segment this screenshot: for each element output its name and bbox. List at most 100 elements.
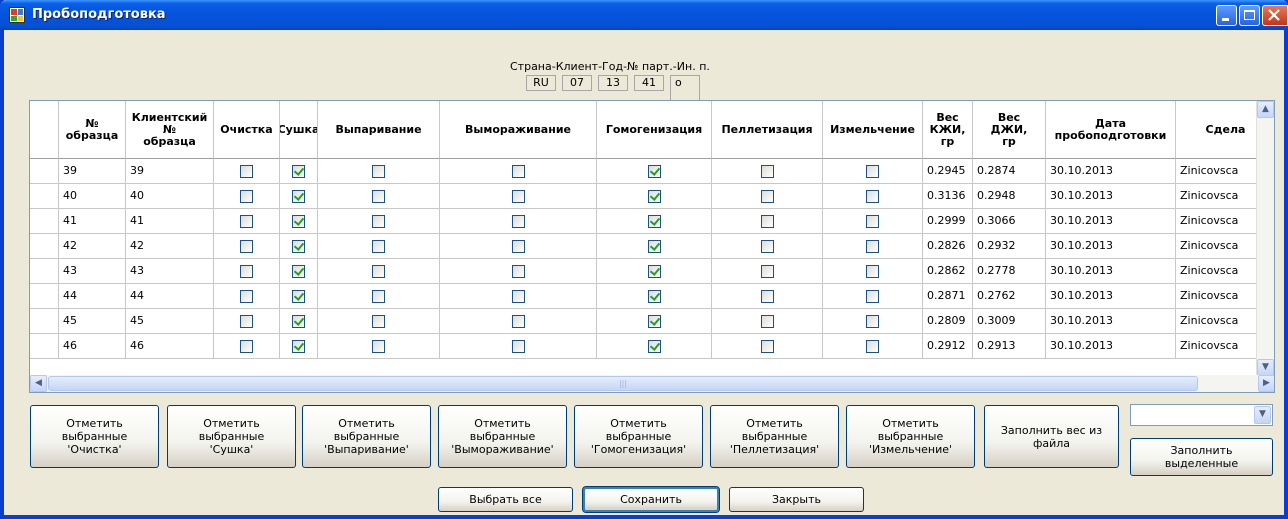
prep-date-cell[interactable]: 30.10.2013 xyxy=(1046,184,1176,209)
freezing-checkbox[interactable] xyxy=(512,290,525,303)
prep-date-cell[interactable]: 30.10.2013 xyxy=(1046,309,1176,334)
column-header-weight-dji[interactable]: Вес ДЖИ, гр xyxy=(973,101,1046,159)
weight-dji-cell[interactable]: 0.2948 xyxy=(973,184,1046,209)
drying-checkbox[interactable] xyxy=(292,240,305,253)
sample-number-cell[interactable]: 42 xyxy=(59,234,126,259)
prep-date-cell[interactable]: 30.10.2013 xyxy=(1046,209,1176,234)
weight-dji-cell[interactable]: 0.2778 xyxy=(973,259,1046,284)
grinding-checkbox[interactable] xyxy=(866,315,879,328)
freezing-checkbox[interactable] xyxy=(512,315,525,328)
sample-number-cell[interactable]: 45 xyxy=(59,309,126,334)
client-sample-number-cell[interactable]: 44 xyxy=(126,284,214,309)
client-sample-number-cell[interactable]: 41 xyxy=(126,209,214,234)
sample-number-cell[interactable]: 46 xyxy=(59,334,126,359)
evaporation-cell[interactable] xyxy=(318,209,440,234)
prep-date-cell[interactable]: 30.10.2013 xyxy=(1046,334,1176,359)
pelletizing-cell[interactable] xyxy=(712,259,823,284)
cleaning-cell[interactable] xyxy=(214,259,280,284)
homogenization-checkbox[interactable] xyxy=(648,215,661,228)
evaporation-cell[interactable] xyxy=(318,159,440,184)
prep-date-cell[interactable]: 30.10.2013 xyxy=(1046,284,1176,309)
weight-dji-cell[interactable]: 0.2932 xyxy=(973,234,1046,259)
drying-cell[interactable] xyxy=(280,284,318,309)
drying-cell[interactable] xyxy=(280,184,318,209)
weight-dji-cell[interactable]: 0.2913 xyxy=(973,334,1046,359)
grinding-cell[interactable] xyxy=(823,209,923,234)
pelletizing-cell[interactable] xyxy=(712,309,823,334)
homogenization-checkbox[interactable] xyxy=(648,190,661,203)
cleaning-cell[interactable] xyxy=(214,159,280,184)
weight-kji-cell[interactable]: 0.2999 xyxy=(923,209,973,234)
client-sample-number-cell[interactable]: 42 xyxy=(126,234,214,259)
homogenization-checkbox[interactable] xyxy=(648,290,661,303)
evaporation-checkbox[interactable] xyxy=(372,265,385,278)
weight-kji-cell[interactable]: 0.2871 xyxy=(923,284,973,309)
grinding-cell[interactable] xyxy=(823,309,923,334)
pelletizing-cell[interactable] xyxy=(712,234,823,259)
horizontal-scroll-thumb[interactable]: ||| xyxy=(48,376,1198,391)
freezing-cell[interactable] xyxy=(440,334,597,359)
row-selector[interactable] xyxy=(30,234,59,259)
drying-checkbox[interactable] xyxy=(292,340,305,353)
pelletizing-cell[interactable] xyxy=(712,184,823,209)
client-sample-number-cell[interactable]: 45 xyxy=(126,309,214,334)
drying-checkbox[interactable] xyxy=(292,265,305,278)
weight-dji-cell[interactable]: 0.2762 xyxy=(973,284,1046,309)
weight-kji-cell[interactable]: 0.2945 xyxy=(923,159,973,184)
cleaning-cell[interactable] xyxy=(214,184,280,209)
grinding-cell[interactable] xyxy=(823,284,923,309)
mark-homogenization-button[interactable]: Отметить выбранные 'Гомогенизация' xyxy=(574,405,703,468)
evaporation-cell[interactable] xyxy=(318,284,440,309)
chevron-left-icon[interactable]: ◀ xyxy=(30,375,47,392)
column-header-cleaning[interactable]: Очистка xyxy=(214,101,280,159)
close-button[interactable]: Закрыть xyxy=(729,487,864,512)
sample-number-cell[interactable]: 43 xyxy=(59,259,126,284)
homogenization-cell[interactable] xyxy=(597,309,712,334)
evaporation-checkbox[interactable] xyxy=(372,290,385,303)
evaporation-checkbox[interactable] xyxy=(372,165,385,178)
column-header-weight-kji[interactable]: Вес КЖИ, гр xyxy=(923,101,973,159)
freezing-checkbox[interactable] xyxy=(512,340,525,353)
pelletizing-checkbox[interactable] xyxy=(761,165,774,178)
row-selector[interactable] xyxy=(30,334,59,359)
homogenization-cell[interactable] xyxy=(597,334,712,359)
cleaning-checkbox[interactable] xyxy=(240,340,253,353)
cleaning-checkbox[interactable] xyxy=(240,240,253,253)
client-sample-number-cell[interactable]: 39 xyxy=(126,159,214,184)
mark-cleaning-button[interactable]: Отметить выбранные 'Очистка' xyxy=(30,405,159,468)
column-header-drying[interactable]: Сушка xyxy=(280,101,318,159)
row-selector[interactable] xyxy=(30,159,59,184)
sample-number-cell[interactable]: 41 xyxy=(59,209,126,234)
close-window-button[interactable] xyxy=(1262,5,1288,26)
mark-grinding-button[interactable]: Отметить выбранные 'Измельчение' xyxy=(846,405,975,468)
drying-checkbox[interactable] xyxy=(292,190,305,203)
row-selector[interactable] xyxy=(30,184,59,209)
grinding-cell[interactable] xyxy=(823,234,923,259)
mark-drying-button[interactable]: Отметить выбранные 'Сушка' xyxy=(167,405,296,468)
maximize-button[interactable] xyxy=(1239,5,1260,26)
cleaning-checkbox[interactable] xyxy=(240,315,253,328)
weight-kji-cell[interactable]: 0.2826 xyxy=(923,234,973,259)
column-header-freezing[interactable]: Вымораживание xyxy=(440,101,597,159)
pelletizing-cell[interactable] xyxy=(712,334,823,359)
cleaning-cell[interactable] xyxy=(214,284,280,309)
cleaning-checkbox[interactable] xyxy=(240,165,253,178)
cleaning-cell[interactable] xyxy=(214,209,280,234)
grinding-checkbox[interactable] xyxy=(866,265,879,278)
column-header-client-sample-number[interactable]: Клиентский № образца xyxy=(126,101,214,159)
chevron-up-icon[interactable]: ▲ xyxy=(1257,101,1274,118)
prep-date-cell[interactable]: 30.10.2013 xyxy=(1046,259,1176,284)
pelletizing-checkbox[interactable] xyxy=(761,290,774,303)
chevron-right-icon[interactable]: ▶ xyxy=(1258,375,1274,392)
grinding-checkbox[interactable] xyxy=(866,190,879,203)
homogenization-cell[interactable] xyxy=(597,159,712,184)
select-all-button[interactable]: Выбрать все xyxy=(438,487,573,512)
sample-number-cell[interactable]: 39 xyxy=(59,159,126,184)
prep-date-cell[interactable]: 30.10.2013 xyxy=(1046,234,1176,259)
drying-cell[interactable] xyxy=(280,259,318,284)
pelletizing-checkbox[interactable] xyxy=(761,215,774,228)
mark-pelletizing-button[interactable]: Отметить выбранные 'Пеллетизация' xyxy=(710,405,839,468)
homogenization-checkbox[interactable] xyxy=(648,165,661,178)
cleaning-checkbox[interactable] xyxy=(240,190,253,203)
evaporation-checkbox[interactable] xyxy=(372,340,385,353)
